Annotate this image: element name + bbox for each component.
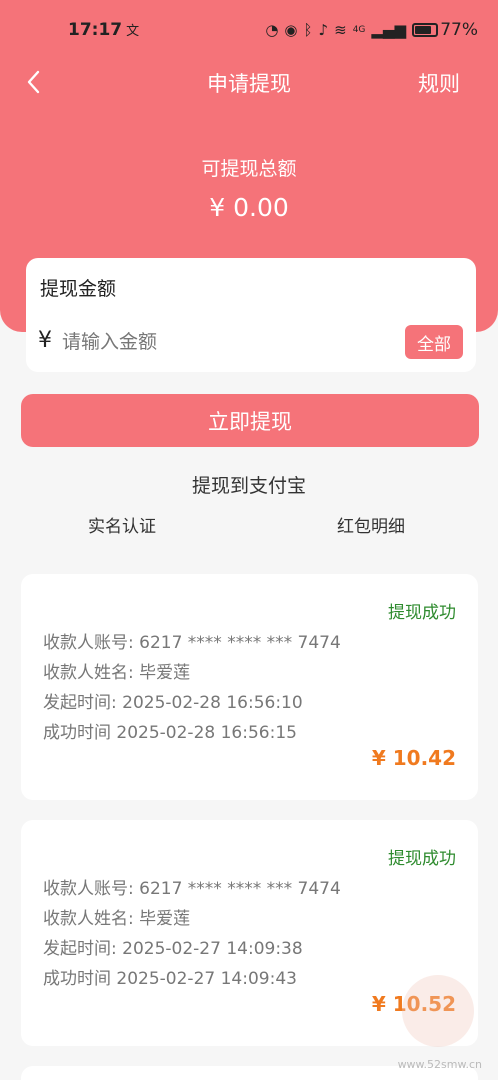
time-suffix: 文 — [126, 24, 140, 39]
total-amount: ¥ 0.00 — [209, 193, 289, 222]
record-success-time: 成功时间 2025-02-27 14:09:43 — [43, 969, 297, 989]
nav-bar: 申请提现 规则 — [0, 62, 498, 102]
withdraw-now-button[interactable]: 立即提现 — [21, 394, 479, 447]
record-account: 收款人账号: 6217 **** **** *** 7474 — [43, 879, 341, 899]
amount-input-card: 提现金额 ¥ 全部 — [26, 258, 476, 372]
clock-text: 17:17 — [68, 20, 123, 40]
record-status: 提现成功 — [388, 603, 456, 623]
withdraw-destination: 提现到支付宝 — [191, 475, 306, 497]
watermark-text: www.52smw.cn — [397, 1058, 482, 1071]
record-start-time: 发起时间: 2025-02-27 14:09:38 — [43, 939, 303, 959]
network-label: 4G — [352, 25, 366, 35]
withdraw-record-card[interactable]: 提现成功 收款人账号: 6217 **** **** *** 7474 收款人姓… — [21, 574, 478, 800]
status-bar: 17:17 文 ◔ ◉ ᛒ ♪ ≋ 4G ▂▄▆ 77% — [0, 0, 498, 62]
rules-link[interactable]: 规则 — [418, 68, 460, 98]
record-account: 收款人账号: 6217 **** **** *** 7474 — [43, 633, 341, 653]
battery-percent: 77% — [440, 20, 478, 40]
alarm-icon: ◔ — [265, 21, 279, 39]
wifi-icon: ≋ — [334, 21, 347, 39]
record-status: 提现成功 — [388, 849, 456, 869]
watermark-seal — [402, 975, 474, 1047]
record-start-time: 发起时间: 2025-02-28 16:56:10 — [43, 693, 303, 713]
bluetooth-icon: ᛒ — [303, 21, 313, 39]
currency-symbol: ¥ — [38, 328, 52, 353]
real-name-verify-link[interactable]: 实名认证 — [88, 512, 156, 537]
signal-icon: ▂▄▆ — [371, 21, 406, 39]
battery-icon — [412, 23, 438, 37]
status-time: 17:17 文 — [68, 20, 139, 40]
total-label: 可提现总额 — [201, 158, 297, 180]
amount-input[interactable] — [62, 326, 392, 358]
red-packet-detail-link[interactable]: 红包明细 — [337, 512, 405, 537]
record-success-time: 成功时间 2025-02-28 16:56:15 — [43, 723, 297, 743]
status-icons: ◔ ◉ ᛒ ♪ ≋ 4G ▂▄▆ — [265, 21, 406, 39]
mute-icon: ♪ — [318, 21, 329, 39]
record-amount: ¥ 10.42 — [371, 746, 456, 770]
eye-icon: ◉ — [284, 21, 298, 39]
withdraw-all-button[interactable]: 全部 — [405, 325, 463, 359]
record-name: 收款人姓名: 毕爱莲 — [43, 909, 191, 929]
amount-title: 提现金额 — [40, 278, 117, 300]
record-name: 收款人姓名: 毕爱莲 — [43, 663, 191, 683]
